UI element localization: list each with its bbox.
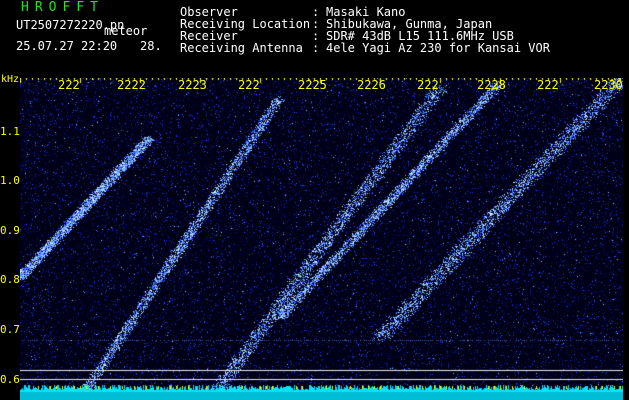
y-tick-label: 0.9: [0, 224, 20, 237]
x-tick-label: 2222: [117, 78, 146, 92]
x-tick-label: 2225: [298, 78, 327, 92]
x-tick-label: 2230: [594, 78, 623, 92]
info-value-antenna: 4ele Yagi Az 230 for Kansai VOR: [326, 41, 550, 55]
waterfall-canvas: [20, 78, 623, 400]
meteor-tag: meteor: [104, 24, 148, 38]
extra-value: 28.: [140, 39, 162, 53]
y-tick-label: 0.7: [0, 323, 20, 336]
app-title: HROFFT: [21, 0, 104, 15]
y-tick-label: 0.6: [0, 373, 20, 386]
x-tick-label: 2226: [357, 78, 386, 92]
y-axis-unit: kHz: [1, 74, 20, 85]
hrofft-window: HROFFT UT2507272220.pn meteor 25.07.27 2…: [0, 0, 629, 400]
x-tick-label: 222: [417, 78, 439, 92]
x-tick-label: 222: [238, 78, 260, 92]
y-tick-label: 0.8: [0, 273, 20, 286]
y-tick-label: 1.1: [0, 125, 20, 138]
y-tick-label: 1.0: [0, 174, 20, 187]
datetime-label: 25.07.27 22:20: [16, 39, 118, 53]
x-tick-label: 222: [58, 78, 80, 92]
spectrogram-waterfall: [20, 78, 623, 400]
x-tick-label: 2223: [178, 78, 207, 92]
x-tick-label: 222: [537, 78, 559, 92]
info-colon: :: [312, 41, 320, 55]
x-tick-label: 2228: [477, 78, 506, 92]
info-label-antenna: Receiving Antenna: [180, 41, 303, 55]
